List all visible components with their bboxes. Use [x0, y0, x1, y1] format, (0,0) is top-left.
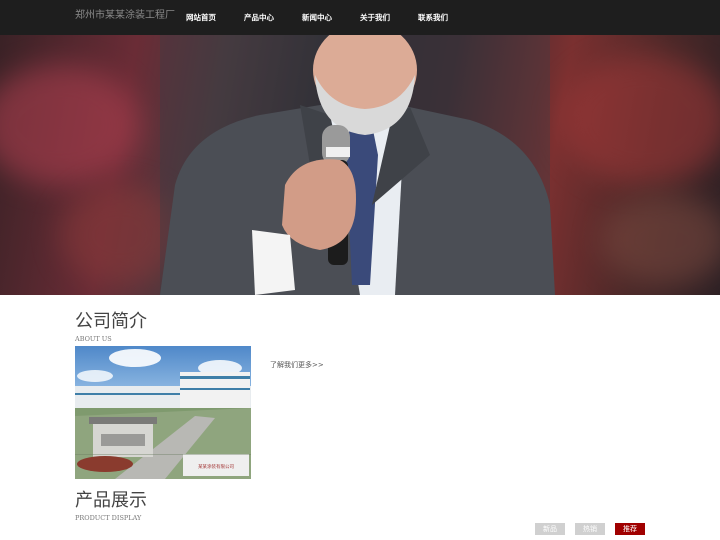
main-nav: 网站首页 产品中心 新闻中心 关于我们 联系我们 — [172, 0, 462, 35]
banner-image — [160, 35, 555, 295]
site-name[interactable]: 郑州市某某涂装工程厂 — [75, 6, 175, 21]
about-more-link[interactable]: 了解我们更多>> — [270, 360, 324, 370]
tab-hot[interactable]: 热销 — [575, 523, 605, 535]
about-company-image[interactable]: 某某涂装有限公司 — [75, 346, 251, 479]
about-subtitle: ABOUT US — [75, 335, 112, 343]
nav-item-products[interactable]: 产品中心 — [230, 0, 288, 35]
company-sign-text: 某某涂装有限公司 — [198, 463, 234, 470]
nav-item-home[interactable]: 网站首页 — [172, 0, 230, 35]
tab-recommend[interactable]: 推荐 — [615, 523, 645, 535]
about-title: 公司简介 — [75, 311, 147, 332]
products-subtitle: PRODUCT DISPLAY — [75, 514, 142, 522]
banner-slider[interactable] — [0, 35, 720, 295]
tab-new[interactable]: 新品 — [535, 523, 565, 535]
nav-item-about[interactable]: 关于我们 — [346, 0, 404, 35]
nav-item-news[interactable]: 新闻中心 — [288, 0, 346, 35]
nav-item-contact[interactable]: 联系我们 — [404, 0, 462, 35]
top-navbar: 郑州市某某涂装工程厂 网站首页 产品中心 新闻中心 关于我们 联系我们 — [0, 0, 720, 35]
products-title: 产品展示 — [75, 490, 147, 511]
